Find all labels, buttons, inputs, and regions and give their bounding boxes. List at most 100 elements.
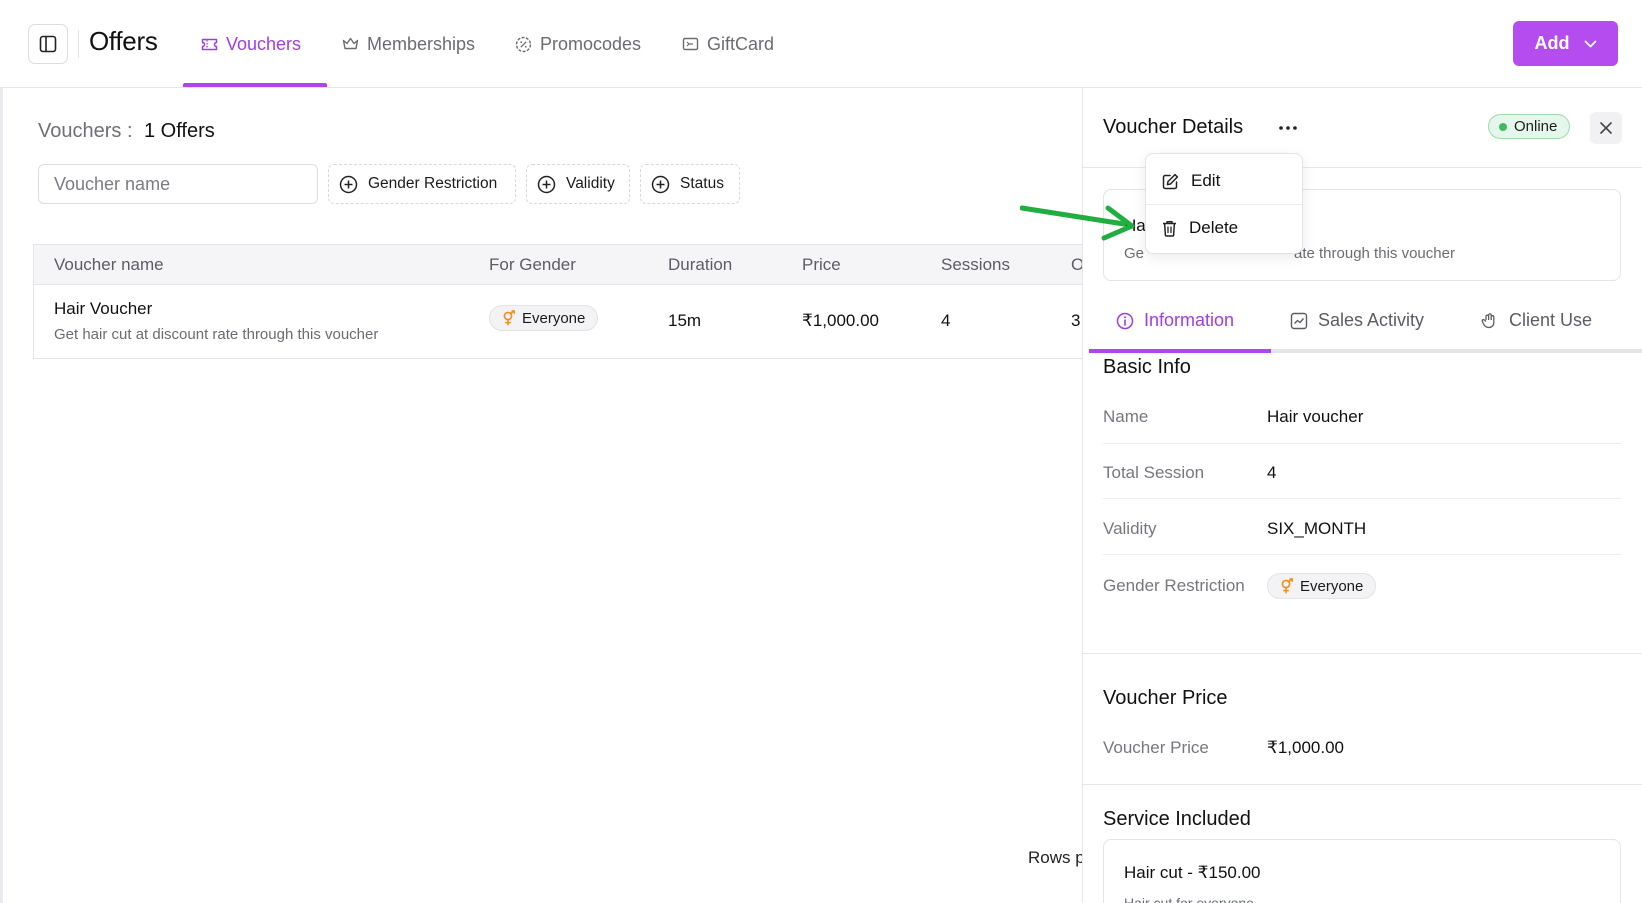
status-badge: Online bbox=[1488, 114, 1571, 139]
field-value-voucher-price: ₹1,000.00 bbox=[1267, 738, 1344, 757]
gender-label: Everyone bbox=[1300, 577, 1364, 595]
page-title: Offers bbox=[89, 26, 158, 56]
menu-item-label: Delete bbox=[1189, 218, 1239, 237]
menu-item-delete[interactable]: Delete bbox=[1146, 205, 1302, 251]
basic-info-heading: Basic Info bbox=[1103, 356, 1191, 378]
gender-icon bbox=[503, 310, 515, 326]
summary-description-start: Ge bbox=[1124, 245, 1145, 262]
panel-active-tab-indicator bbox=[1089, 349, 1271, 353]
trash-icon bbox=[1163, 220, 1176, 237]
plus-circle-icon bbox=[339, 175, 358, 193]
close-icon bbox=[1600, 122, 1612, 134]
top-header: Offers Vouchers Memberships Promocodes G… bbox=[0, 0, 1642, 88]
filter-status[interactable]: Status bbox=[640, 164, 740, 204]
field-label-voucher-price: Voucher Price bbox=[1103, 738, 1209, 757]
field-label-gender-restriction: Gender Restriction bbox=[1103, 576, 1245, 595]
voucher-duration: 15m bbox=[668, 311, 702, 330]
voucher-sessions: 4 bbox=[941, 311, 951, 330]
column-header: Voucher name bbox=[54, 255, 164, 274]
filter-label: Gender Restriction bbox=[368, 175, 498, 192]
filter-label: Status bbox=[680, 175, 724, 192]
rows-per-page-label: Rows p bbox=[1028, 848, 1082, 867]
plus-circle-icon bbox=[651, 175, 670, 193]
field-label-name: Name bbox=[1103, 407, 1149, 426]
field-label-validity: Validity bbox=[1103, 519, 1157, 538]
filter-gender-restriction[interactable]: Gender Restriction bbox=[328, 164, 516, 204]
vouchers-table: Voucher name For Gender Duration Price S… bbox=[33, 244, 1086, 359]
add-button[interactable]: Add bbox=[1513, 21, 1618, 66]
tab-memberships[interactable]: Memberships bbox=[342, 0, 475, 88]
section-label: Vouchers : bbox=[38, 120, 133, 142]
voucher-description: Get hair cut at discount rate through th… bbox=[54, 326, 379, 343]
field-value-name: Hair voucher bbox=[1267, 407, 1364, 426]
chevron-down-icon bbox=[1584, 40, 1596, 47]
status-dot bbox=[1499, 122, 1507, 131]
field-value-validity: SIX_MONTH bbox=[1267, 519, 1367, 538]
tab-label: Client Use bbox=[1509, 310, 1593, 330]
column-header: Duration bbox=[668, 255, 733, 274]
field-divider bbox=[1103, 498, 1621, 499]
annotation-arrow-icon bbox=[1020, 205, 1135, 241]
field-value-total-session: 4 bbox=[1267, 463, 1277, 482]
chart-icon bbox=[1290, 312, 1308, 329]
tab-sales-activity[interactable]: Sales Activity bbox=[1290, 310, 1424, 331]
tab-label: Sales Activity bbox=[1318, 310, 1425, 330]
column-header: Price bbox=[802, 255, 841, 274]
voucher-search-input[interactable] bbox=[38, 164, 318, 204]
tab-information[interactable]: Information bbox=[1116, 310, 1234, 331]
crown-icon bbox=[342, 37, 359, 50]
tab-promocodes[interactable]: Promocodes bbox=[515, 0, 641, 88]
service-card: Hair cut - ₹150.00 Hair cut for everyone bbox=[1103, 839, 1621, 903]
summary-description-end: ate through this voucher bbox=[1294, 245, 1455, 262]
menu-item-label: Edit bbox=[1191, 171, 1221, 190]
table-row[interactable]: Hair Voucher Get hair cut at discount ra… bbox=[34, 285, 1086, 359]
field-label-total-session: Total Session bbox=[1103, 463, 1205, 482]
sidebar-panel-icon bbox=[39, 35, 57, 53]
edit-icon bbox=[1162, 173, 1179, 189]
tab-label: Vouchers bbox=[226, 33, 302, 54]
info-icon bbox=[1116, 312, 1134, 329]
header-divider bbox=[78, 30, 79, 58]
voucher-price-heading: Voucher Price bbox=[1103, 687, 1228, 709]
tab-label: GiftCard bbox=[707, 33, 775, 54]
tab-giftcard[interactable]: GiftCard bbox=[682, 0, 774, 88]
gender-icon bbox=[1281, 578, 1293, 594]
status-label: Online bbox=[1514, 118, 1558, 135]
menu-item-edit[interactable]: Edit bbox=[1146, 158, 1302, 204]
sidebar-toggle-button[interactable] bbox=[28, 24, 68, 64]
add-button-label: Add bbox=[1534, 33, 1570, 53]
service-description: Hair cut for everyone bbox=[1124, 895, 1254, 903]
voucher-price: ₹1,000.00 bbox=[802, 311, 879, 330]
plus-circle-icon bbox=[537, 175, 556, 193]
table-header: Voucher name For Gender Duration Price S… bbox=[34, 245, 1086, 285]
gift-card-icon bbox=[682, 37, 699, 51]
tab-vouchers[interactable]: Vouchers bbox=[201, 0, 301, 88]
voucher-actions-menu: Edit Delete bbox=[1145, 153, 1303, 254]
service-name: Hair cut - ₹150.00 bbox=[1124, 863, 1261, 882]
panel-title: Voucher Details bbox=[1103, 116, 1244, 138]
active-tab-indicator bbox=[183, 83, 327, 87]
column-header: For Gender bbox=[489, 255, 576, 274]
tab-label: Promocodes bbox=[540, 33, 642, 54]
gender-badge: Everyone bbox=[1267, 573, 1377, 599]
offer-count: 1 Offers bbox=[144, 120, 215, 142]
column-header: Sessions bbox=[941, 255, 1010, 274]
hand-icon bbox=[1481, 312, 1495, 328]
discount-badge-icon bbox=[515, 36, 532, 52]
field-divider bbox=[1103, 443, 1621, 444]
section-divider bbox=[1083, 784, 1642, 785]
filter-label: Validity bbox=[566, 175, 615, 192]
service-included-heading: Service Included bbox=[1103, 808, 1251, 830]
filter-validity[interactable]: Validity bbox=[526, 164, 630, 204]
tab-label: Information bbox=[1144, 310, 1235, 330]
ticket-icon bbox=[201, 38, 218, 50]
gender-badge: Everyone bbox=[489, 305, 599, 331]
field-divider bbox=[1103, 554, 1621, 555]
close-panel-button[interactable] bbox=[1590, 112, 1622, 144]
more-horizontal-icon bbox=[1279, 126, 1297, 130]
left-rail bbox=[0, 0, 3, 903]
tab-client-use[interactable]: Client Use bbox=[1481, 310, 1592, 331]
more-options-button[interactable] bbox=[1273, 114, 1303, 142]
tab-label: Memberships bbox=[367, 33, 476, 54]
gender-label: Everyone bbox=[522, 309, 586, 327]
